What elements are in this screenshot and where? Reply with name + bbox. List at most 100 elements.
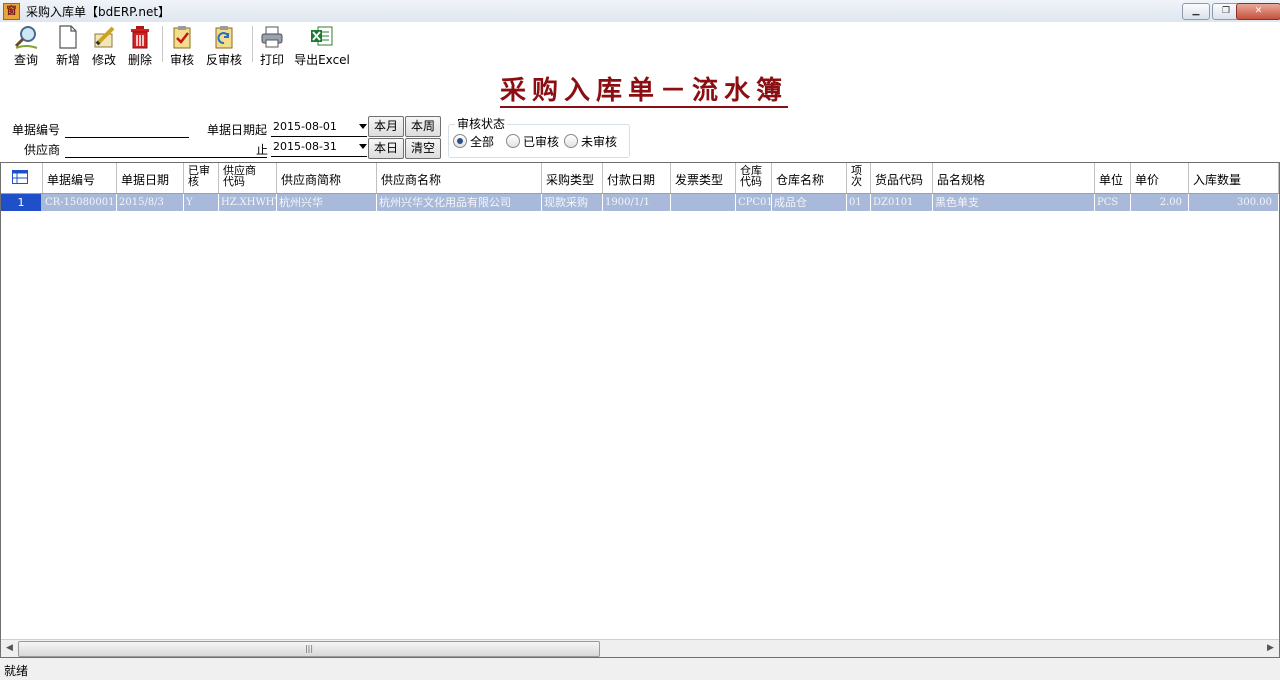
col-header-label: 付款日期: [607, 173, 656, 187]
cell-approved[interactable]: Y: [184, 194, 219, 211]
date-start-picker[interactable]: 2015-08-01: [271, 118, 367, 137]
col-header-invoice-type[interactable]: 发票类型: [671, 163, 736, 193]
query-button[interactable]: 查询: [10, 24, 42, 67]
toolbar-separator: [252, 26, 253, 62]
col-header-unit-price[interactable]: 单价: [1131, 163, 1189, 193]
col-header-item-spec[interactable]: 品名规格: [933, 163, 1095, 193]
audit-unapproved-radio[interactable]: [564, 134, 578, 148]
col-header-label: 单据日期: [121, 173, 170, 187]
scroll-left-icon[interactable]: ◀: [1, 640, 18, 657]
table-select-icon: [12, 170, 28, 184]
unapprove-button[interactable]: 反审核: [204, 24, 244, 67]
col-header-label: 已审核: [188, 164, 210, 188]
col-header-label: 单价: [1135, 173, 1160, 187]
col-header-label: 供应商代码: [223, 164, 256, 188]
col-header-doc-no[interactable]: 单据编号: [43, 163, 117, 193]
cell-purchase-type[interactable]: 现款采购: [542, 194, 603, 211]
approve-button[interactable]: 审核: [168, 24, 196, 67]
window-title: 采购入库单【bdERP.net】: [26, 5, 171, 19]
col-header-label: 发票类型: [675, 173, 724, 187]
status-bar: 就绪: [0, 658, 1280, 680]
cell-doc-date[interactable]: 2015/8/3: [117, 194, 184, 211]
supplier-input[interactable]: [65, 141, 267, 158]
this-week-button[interactable]: 本周: [405, 116, 441, 137]
data-grid[interactable]: 单据编号 单据日期 已审核 供应商代码 供应商简称 供应商名称 采购类型 付款日…: [0, 162, 1280, 658]
window-title-bar[interactable]: 窗 采购入库单【bdERP.net】 ▁ ❐ ✕: [0, 0, 1280, 23]
unapprove-label: 反审核: [205, 53, 242, 67]
col-header-warehouse-code[interactable]: 仓库代码: [736, 163, 772, 193]
col-header-item-code[interactable]: 货品代码: [871, 163, 933, 193]
edit-button[interactable]: 修改: [90, 24, 118, 67]
delete-trash-icon: [131, 26, 149, 49]
cell-doc-no[interactable]: CR-15080001: [43, 194, 117, 211]
chevron-down-icon[interactable]: [359, 144, 367, 149]
col-header-supplier-name[interactable]: 供应商名称: [377, 163, 542, 193]
row-number[interactable]: 1: [1, 194, 41, 211]
print-button[interactable]: 打印: [258, 24, 286, 67]
col-header-payment-date[interactable]: 付款日期: [603, 163, 671, 193]
new-button[interactable]: 新增: [54, 24, 82, 67]
cell-line-no[interactable]: 01: [847, 194, 871, 211]
doc-no-label: 单据编号: [12, 123, 61, 137]
col-header-line-no[interactable]: 项次: [847, 163, 871, 193]
col-header-supplier-short[interactable]: 供应商简称: [277, 163, 377, 193]
doc-no-input[interactable]: [65, 121, 189, 138]
col-header-doc-date[interactable]: 单据日期: [117, 163, 184, 193]
cell-invoice-type[interactable]: [671, 194, 736, 211]
query-label: 查询: [13, 53, 38, 67]
col-header-label: 采购类型: [546, 173, 595, 187]
cell-supplier-short[interactable]: 杭州兴华: [277, 194, 377, 211]
audit-unapproved-label[interactable]: 未审核: [581, 133, 617, 150]
toolbar: 查询 新增 修改 删除 审核 反审核 打印 导出Excel: [0, 22, 1280, 67]
export-excel-button[interactable]: 导出Excel: [294, 24, 350, 67]
clear-button[interactable]: 清空: [405, 138, 441, 159]
date-start-label: 单据日期起: [207, 123, 268, 137]
search-icon: [14, 26, 38, 49]
audit-all-radio[interactable]: [453, 134, 467, 148]
new-label: 新增: [55, 53, 80, 67]
cell-unit[interactable]: PCS: [1095, 194, 1131, 211]
audit-all-label[interactable]: 全部: [470, 133, 494, 150]
new-document-icon: [59, 25, 77, 49]
audit-approved-label[interactable]: 已审核: [523, 133, 559, 150]
this-month-button[interactable]: 本月: [368, 116, 404, 137]
table-row[interactable]: CR-15080001 2015/8/3 Y HZ.XHWHY 杭州兴华 杭州兴…: [1, 194, 1279, 211]
supplier-label: 供应商: [24, 143, 61, 157]
scrollbar-thumb[interactable]: |||: [18, 641, 600, 657]
col-header-label: 单据编号: [47, 173, 96, 187]
cell-quantity[interactable]: 300.00: [1189, 194, 1279, 211]
col-header-label: 仓库代码: [740, 164, 762, 188]
cell-warehouse-code[interactable]: CPC01: [736, 194, 772, 211]
col-header-label: 项次: [851, 164, 862, 188]
cell-supplier-name[interactable]: 杭州兴华文化用品有限公司: [377, 194, 542, 211]
chevron-down-icon[interactable]: [359, 124, 367, 129]
cell-item-code[interactable]: DZ0101: [871, 194, 933, 211]
cell-warehouse-name[interactable]: 成品仓: [772, 194, 847, 211]
col-header-purchase-type[interactable]: 采购类型: [542, 163, 603, 193]
date-end-picker[interactable]: 2015-08-31: [271, 138, 367, 157]
close-button[interactable]: ✕: [1236, 3, 1280, 20]
col-header-warehouse-name[interactable]: 仓库名称: [772, 163, 847, 193]
col-header-label: 供应商简称: [281, 173, 342, 187]
printer-icon: [261, 26, 283, 48]
minimize-button[interactable]: ▁: [1182, 3, 1210, 20]
col-header-unit[interactable]: 单位: [1095, 163, 1131, 193]
horizontal-scrollbar[interactable]: ◀ ||| ▶: [1, 639, 1279, 657]
col-header-supplier-code[interactable]: 供应商代码: [219, 163, 277, 193]
date-end-label: 止: [256, 143, 269, 157]
audit-approved-radio[interactable]: [506, 134, 520, 148]
scroll-right-icon[interactable]: ▶: [1262, 640, 1279, 657]
approve-label: 审核: [169, 53, 194, 67]
col-header-label: 品名规格: [937, 173, 986, 187]
cell-unit-price[interactable]: 2.00: [1131, 194, 1189, 211]
grid-corner[interactable]: [1, 163, 43, 193]
cell-item-spec[interactable]: 黑色单支: [933, 194, 1095, 211]
delete-button[interactable]: 删除: [126, 24, 154, 67]
cell-supplier-code[interactable]: HZ.XHWHY: [219, 194, 277, 211]
cell-payment-date[interactable]: 1900/1/1: [603, 194, 671, 211]
audit-status-label: 审核状态: [455, 115, 508, 132]
col-header-quantity[interactable]: 入库数量: [1189, 163, 1279, 193]
export-excel-label: 导出Excel: [294, 53, 350, 67]
col-header-approved[interactable]: 已审核: [184, 163, 219, 193]
today-button[interactable]: 本日: [368, 138, 404, 159]
